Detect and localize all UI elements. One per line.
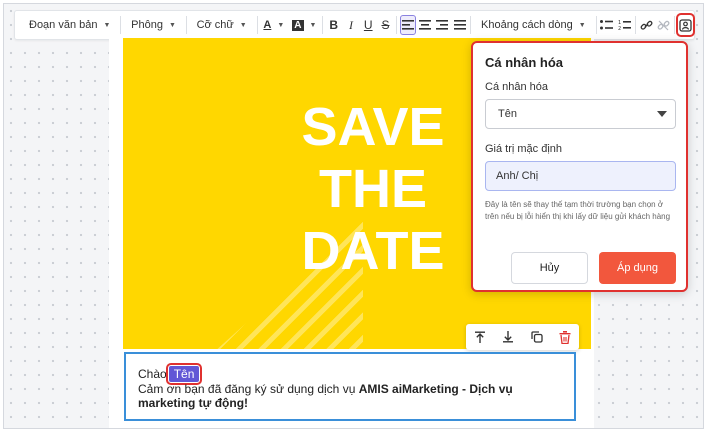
personalize-field-value: Tên — [498, 108, 517, 120]
panel-title: Cá nhân hóa — [485, 55, 564, 70]
default-value-help-text: Đây là tên sẽ thay thế tạm thời trường b… — [485, 200, 671, 221]
font-dropdown[interactable]: Phông ▼ — [123, 15, 184, 35]
chevron-down-icon: ▼ — [578, 21, 586, 29]
default-value-input[interactable]: Anh/ Chị — [485, 161, 676, 191]
toolbar-divider — [120, 16, 122, 34]
font-label: Phông — [131, 19, 163, 31]
banner-line-save: SAVE — [301, 97, 445, 157]
numbered-list-icon: 12 — [618, 20, 631, 31]
align-center-icon — [419, 20, 432, 30]
align-justify-icon — [453, 20, 466, 30]
move-to-bottom-icon — [503, 331, 514, 343]
default-value-text: Anh/ Chị — [496, 170, 539, 182]
formatting-toolbar: Đoạn văn bản ▼ Phông ▼ Cỡ chữ ▼ A ▼ A ▼ … — [14, 10, 695, 40]
body-text-prefix: Cảm ơn bạn đã đăng ký sử dụng dịch vụ — [138, 382, 359, 396]
delete-button[interactable] — [556, 328, 574, 346]
greeting-line: Chào Tên — [138, 363, 562, 385]
chevron-down-icon: ▼ — [277, 21, 285, 29]
greeting-text-block[interactable]: Chào Tên Cảm ơn bạn đã đăng ký sử dụng d… — [124, 352, 576, 421]
underline-button[interactable]: U — [361, 15, 376, 35]
banner-line-date: DATE — [301, 221, 445, 281]
bullet-list-button[interactable] — [599, 15, 614, 35]
personalize-button[interactable] — [675, 13, 695, 37]
toolbar-divider — [470, 16, 471, 34]
background-color-dropdown[interactable]: A ▼ — [288, 15, 320, 35]
align-center-button[interactable] — [418, 15, 433, 35]
toolbar-divider — [256, 16, 258, 34]
toolbar-divider — [185, 16, 187, 34]
italic-button[interactable]: I — [343, 15, 358, 35]
text-color-icon: A — [263, 19, 272, 31]
greeting-text: Chào — [138, 367, 167, 381]
chevron-down-icon: ▼ — [168, 21, 176, 29]
unlink-button[interactable] — [656, 15, 671, 35]
banner-headline: SAVE THE DATE — [273, 96, 473, 282]
trash-icon — [559, 330, 571, 344]
personalize-field-select[interactable]: Tên — [485, 99, 676, 129]
move-to-top-icon — [475, 331, 486, 343]
line-spacing-dropdown[interactable]: Khoảng cách dòng ▼ — [473, 15, 594, 35]
align-justify-button[interactable] — [452, 15, 467, 35]
strikethrough-button[interactable]: S — [378, 15, 393, 35]
apply-button[interactable]: Áp dụng — [599, 252, 676, 284]
body-text: Cảm ơn bạn đã đăng ký sử dụng dịch vụ AM… — [138, 382, 562, 410]
toolbar-divider — [674, 16, 675, 34]
cancel-button[interactable]: Hủy — [511, 252, 588, 284]
background-color-icon: A — [292, 19, 304, 31]
move-down-button[interactable] — [499, 328, 517, 346]
duplicate-button[interactable] — [528, 328, 546, 346]
caret-down-icon — [657, 111, 667, 117]
font-size-dropdown[interactable]: Cỡ chữ ▼ — [189, 15, 255, 35]
paragraph-style-dropdown[interactable]: Đoạn văn bản ▼ — [21, 15, 118, 35]
chevron-down-icon: ▼ — [309, 21, 317, 29]
personalize-field-label: Cá nhân hóa — [485, 81, 548, 93]
personalize-panel: Cá nhân hóa Cá nhân hóa Tên Giá trị mặc … — [471, 41, 688, 292]
toolbar-divider — [634, 16, 636, 34]
bold-button[interactable]: B — [326, 15, 341, 35]
line-spacing-label: Khoảng cách dòng — [481, 19, 573, 31]
default-value-label: Giá trị mặc định — [485, 143, 563, 155]
block-action-toolbar — [466, 324, 579, 350]
unlink-icon — [657, 20, 670, 30]
align-right-icon — [436, 20, 449, 30]
personalize-icon — [679, 18, 692, 32]
toolbar-divider — [322, 16, 324, 34]
paragraph-style-label: Đoạn văn bản — [29, 19, 98, 31]
align-right-button[interactable] — [435, 15, 450, 35]
personalization-tag[interactable]: Tên — [165, 363, 203, 385]
font-size-label: Cỡ chữ — [196, 19, 234, 31]
svg-text:2: 2 — [618, 26, 621, 31]
toolbar-divider — [595, 16, 597, 34]
toolbar-divider — [396, 16, 397, 34]
align-left-button[interactable] — [399, 15, 416, 35]
link-button[interactable] — [639, 15, 654, 35]
banner-line-the: THE — [319, 159, 427, 219]
numbered-list-button[interactable]: 12 — [617, 15, 632, 35]
move-up-button[interactable] — [471, 328, 489, 346]
copy-icon — [530, 331, 543, 343]
align-left-icon — [401, 20, 414, 30]
bullet-list-icon — [600, 20, 614, 30]
text-color-dropdown[interactable]: A ▼ — [259, 15, 288, 35]
editor-canvas: Đoạn văn bản ▼ Phông ▼ Cỡ chữ ▼ A ▼ A ▼ … — [3, 3, 704, 429]
chevron-down-icon: ▼ — [239, 21, 247, 29]
link-icon — [640, 20, 653, 30]
chevron-down-icon: ▼ — [103, 21, 111, 29]
